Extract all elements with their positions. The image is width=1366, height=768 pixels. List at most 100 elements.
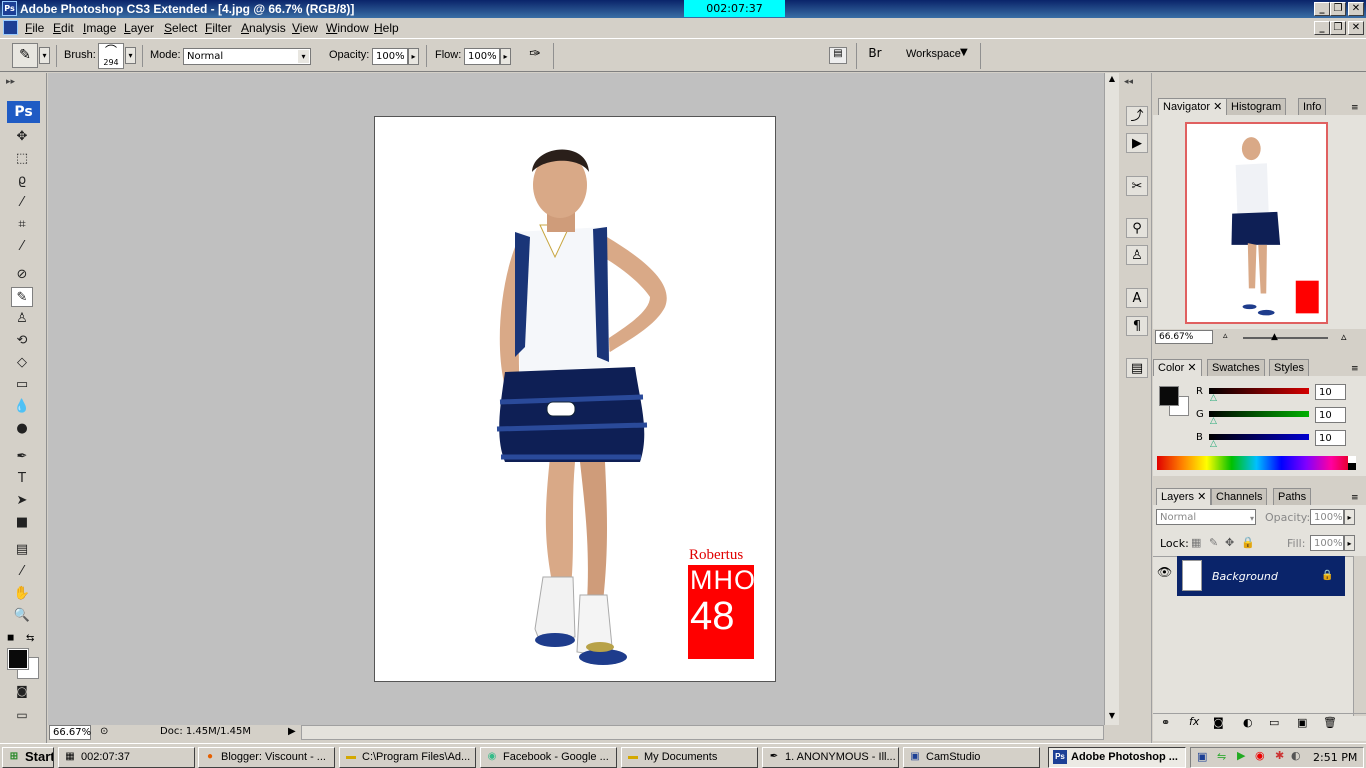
tray-record-icon[interactable]: ◉ (1255, 749, 1265, 762)
menu-select[interactable]: Select (164, 21, 197, 35)
color-panel-menu-icon[interactable]: ≡ (1351, 364, 1359, 374)
color-channel-slider[interactable] (1209, 388, 1309, 394)
menu-layer[interactable]: Layer (124, 21, 154, 35)
task-photoshop[interactable]: Ps Adobe Photoshop ... (1048, 747, 1186, 768)
slider-thumb-icon[interactable]: △ (1210, 416, 1217, 426)
default-colors-icon[interactable]: ◼ (7, 633, 14, 643)
tool-preset-dropdown[interactable]: ▾ (39, 47, 50, 64)
tab-navigator[interactable]: Navigator ✕ (1158, 98, 1228, 115)
start-button[interactable]: ⊞ Start (2, 747, 54, 768)
navigator-zoom-field[interactable]: 66.67% (1155, 330, 1213, 344)
tray-gear-icon[interactable]: ✱ (1275, 749, 1284, 762)
crop-tool-icon[interactable]: ⌗ (11, 215, 33, 235)
type-tool-icon[interactable]: T (11, 469, 33, 489)
layer-row-background[interactable]: Background 🔒 (1177, 556, 1345, 596)
color-fg-swatch[interactable] (1159, 386, 1179, 406)
minimize-button[interactable]: _ (1314, 2, 1330, 16)
task-my-documents[interactable]: ▬ My Documents (621, 747, 758, 768)
tool-preset-picker[interactable]: ✎ (12, 43, 38, 68)
eyedropper-icon[interactable]: ⁄ (11, 237, 33, 257)
color-channel-input[interactable]: 10 (1315, 384, 1346, 400)
collapse-toolbox-icon[interactable]: ▸▸ (6, 77, 15, 87)
opacity-slider-button[interactable]: ▸ (408, 48, 419, 65)
new-group-icon[interactable]: ▭ (1269, 716, 1279, 729)
layer-comps-icon[interactable]: ▤ (1126, 358, 1148, 378)
lock-all-icon[interactable]: 🔒 (1241, 536, 1255, 549)
link-layers-icon[interactable]: ⚭ (1161, 716, 1170, 729)
lock-pixels-icon[interactable]: ✎ (1209, 536, 1218, 549)
color-channel-input[interactable]: 10 (1315, 430, 1346, 446)
marquee-tool-icon[interactable]: ⬚ (11, 149, 33, 169)
menu-image[interactable]: Image (83, 21, 116, 35)
shape-tool-icon[interactable]: ■ (11, 513, 33, 533)
lock-transparency-icon[interactable]: ▦ (1191, 536, 1201, 549)
layer-style-icon[interactable]: fx (1189, 715, 1199, 728)
zoom-slider[interactable] (1243, 337, 1328, 339)
dodge-icon[interactable]: ● (11, 419, 33, 439)
status-info-icon[interactable]: ⊙ (100, 726, 108, 737)
zoom-field[interactable]: 66.67% (49, 725, 91, 740)
notes-icon[interactable]: ▤ (11, 540, 33, 560)
slider-thumb-icon[interactable]: △ (1210, 439, 1217, 449)
zoom-slider-thumb[interactable]: ▲ (1271, 332, 1278, 342)
flow-input[interactable]: 100% (464, 48, 500, 65)
panel-menu-icon[interactable]: ≡ (1351, 103, 1359, 113)
tray-play-icon[interactable]: ▶ (1237, 749, 1245, 762)
adjustment-layer-icon[interactable]: ◐ (1243, 716, 1253, 729)
lasso-tool-icon[interactable]: ϱ (11, 171, 33, 191)
layers-scrollbar[interactable] (1353, 556, 1366, 716)
tab-styles[interactable]: Styles (1269, 359, 1309, 376)
mode-select[interactable]: Normal ▾ (183, 48, 311, 65)
menu-file[interactable]: File (25, 21, 44, 35)
airbrush-icon[interactable]: ✑ (524, 46, 546, 66)
tab-paths[interactable]: Paths (1273, 488, 1312, 505)
delete-layer-icon[interactable]: 🗑 (1323, 716, 1337, 729)
character-panel-icon[interactable]: A (1126, 288, 1148, 308)
vertical-scrollbar[interactable]: ▲ ▼ (1104, 73, 1119, 725)
move-tool-icon[interactable]: ✥ (11, 127, 33, 147)
color-channel-input[interactable]: 10 (1315, 407, 1346, 423)
collapse-dock-icon[interactable]: ◂◂ (1124, 77, 1133, 87)
layers-panel-menu-icon[interactable]: ≡ (1351, 493, 1359, 503)
lock-position-icon[interactable]: ✥ (1225, 536, 1234, 549)
color-ramp[interactable] (1157, 456, 1356, 470)
task-blogger[interactable]: ● Blogger: Viscount - ... (198, 747, 335, 768)
fill-arrow[interactable]: ▸ (1344, 535, 1355, 551)
brush-dropdown[interactable]: ▾ (125, 47, 136, 64)
navigator-proxy-view[interactable] (1185, 122, 1328, 324)
healing-brush-icon[interactable]: ⊘ (11, 265, 33, 285)
workspace-menu[interactable]: Workspace (906, 48, 961, 60)
layer-opacity-arrow[interactable]: ▸ (1344, 509, 1355, 525)
menu-view[interactable]: View (292, 21, 318, 35)
clone-source-icon[interactable]: ♙ (1126, 245, 1148, 265)
eyedropper-2-icon[interactable]: ⁄ (11, 562, 33, 582)
flow-slider-button[interactable]: ▸ (500, 48, 511, 65)
clone-stamp-icon[interactable]: ♙ (11, 309, 33, 329)
paragraph-panel-icon[interactable]: ¶ (1126, 316, 1148, 336)
color-channel-slider[interactable] (1209, 411, 1309, 417)
document-canvas[interactable]: Robertus MHO 48 (374, 116, 776, 682)
new-layer-icon[interactable]: ▣ (1297, 716, 1307, 729)
history-brush-icon[interactable]: ⟲ (11, 331, 33, 351)
maximize-button[interactable]: ❐ (1330, 2, 1346, 16)
opacity-input[interactable]: 100% (372, 48, 408, 65)
quick-mask-icon[interactable]: ◙ (11, 681, 33, 701)
task-explorer[interactable]: ▬ C:\Program Files\Ad... (339, 747, 476, 768)
bridge-icon[interactable]: Br (864, 46, 886, 66)
fill-input[interactable]: 100% (1310, 535, 1344, 551)
task-camstudio[interactable]: ▣ CamStudio (903, 747, 1040, 768)
foreground-color-swatch[interactable] (7, 648, 29, 670)
tray-app-icon[interactable]: ▣ (1197, 750, 1207, 763)
tab-swatches[interactable]: Swatches (1207, 359, 1265, 376)
actions-panel-icon[interactable]: ▶ (1126, 133, 1148, 153)
menu-edit[interactable]: Edit (53, 21, 74, 35)
tab-channels[interactable]: Channels (1211, 488, 1268, 505)
blend-mode-select[interactable]: Normal ▾ (1156, 509, 1256, 525)
slider-thumb-icon[interactable]: △ (1210, 393, 1217, 403)
tab-histogram[interactable]: Histogram (1226, 98, 1287, 115)
menu-window[interactable]: Window (326, 21, 369, 35)
task-facebook[interactable]: ◉ Facebook - Google ... (480, 747, 617, 768)
blur-icon[interactable]: 💧 (11, 397, 33, 417)
hand-tool-icon[interactable]: ✋ (11, 584, 33, 604)
tray-network-icon[interactable]: ⇋ (1217, 750, 1226, 763)
